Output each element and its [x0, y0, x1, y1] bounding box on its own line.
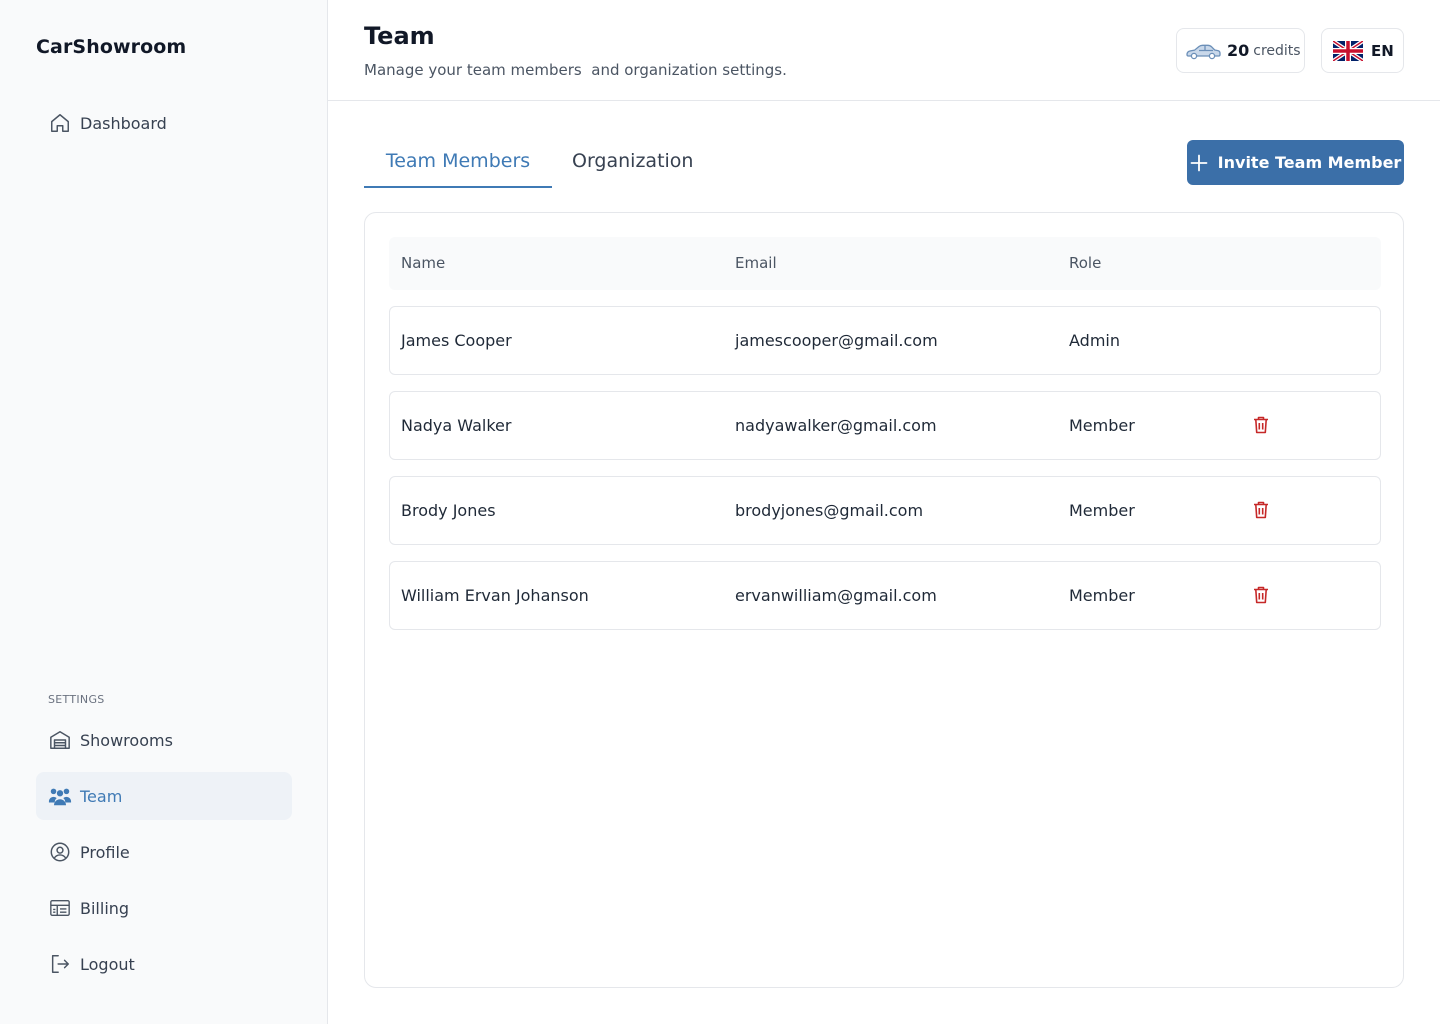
- trash-icon: [1254, 586, 1268, 604]
- sidebar-item-dashboard[interactable]: Dashboard: [36, 99, 292, 147]
- member-name: Brody Jones: [401, 501, 496, 520]
- brand-logo[interactable]: CarShowroom: [36, 36, 186, 58]
- home-icon: [48, 111, 72, 135]
- member-role: Member: [1069, 416, 1135, 435]
- sidebar-item-team[interactable]: Team: [36, 772, 292, 820]
- member-name: James Cooper: [401, 331, 512, 350]
- credits-badge[interactable]: 20 credits: [1176, 28, 1305, 73]
- team-members-card: Name Email Role James Cooper jamescooper…: [364, 212, 1404, 988]
- table-row: William Ervan Johanson ervanwilliam@gmai…: [389, 561, 1381, 630]
- sidebar-item-logout[interactable]: Logout: [36, 940, 292, 988]
- sidebar-item-label: Team: [80, 786, 123, 806]
- language-selector[interactable]: EN: [1321, 28, 1404, 73]
- language-code: EN: [1371, 41, 1394, 60]
- tab-organization[interactable]: Organization: [572, 140, 702, 188]
- table-header: Name Email Role: [389, 237, 1381, 290]
- member-email: ervanwilliam@gmail.com: [735, 586, 937, 605]
- member-role: Member: [1069, 501, 1135, 520]
- member-name: William Ervan Johanson: [401, 586, 589, 605]
- delete-member-button[interactable]: [1250, 584, 1272, 606]
- sidebar-item-label: Dashboard: [80, 113, 167, 133]
- table-row: Brody Jones brodyjones@gmail.com Member: [389, 476, 1381, 545]
- member-email: jamescooper@gmail.com: [735, 331, 938, 350]
- column-header-email: Email: [735, 254, 777, 272]
- table-row: Nadya Walker nadyawalker@gmail.com Membe…: [389, 391, 1381, 460]
- car-icon: [1185, 42, 1221, 60]
- garage-icon: [48, 728, 72, 752]
- sidebar-item-label: Showrooms: [80, 730, 173, 750]
- sidebar-item-showrooms[interactable]: Showrooms: [36, 716, 292, 764]
- delete-member-button[interactable]: [1250, 414, 1272, 436]
- page-subtitle: Manage your team members and organizatio…: [364, 61, 787, 79]
- invite-team-member-button[interactable]: Invite Team Member: [1187, 140, 1404, 185]
- trash-icon: [1254, 416, 1268, 434]
- sidebar-item-label: Profile: [80, 842, 130, 862]
- settings-section-label: SETTINGS: [48, 693, 105, 706]
- uk-flag-icon: [1333, 40, 1363, 61]
- sidebar-item-label: Logout: [80, 954, 135, 974]
- sidebar-item-profile[interactable]: Profile: [36, 828, 292, 876]
- logout-icon: [48, 952, 72, 976]
- sidebar-item-billing[interactable]: Billing: [36, 884, 292, 932]
- plus-icon: [1190, 154, 1208, 172]
- billing-icon: [48, 896, 72, 920]
- invite-button-label: Invite Team Member: [1217, 153, 1402, 172]
- sidebar-item-label: Billing: [80, 898, 130, 918]
- delete-member-button[interactable]: [1250, 499, 1272, 521]
- credits-count: 20: [1227, 41, 1250, 60]
- user-circle-icon: [48, 840, 72, 864]
- trash-icon: [1254, 501, 1268, 519]
- sidebar: CarShowroom Dashboard SETTINGS Showrooms…: [0, 0, 328, 1024]
- column-header-name: Name: [401, 254, 446, 272]
- team-icon: [48, 784, 72, 808]
- member-email: nadyawalker@gmail.com: [735, 416, 937, 435]
- tab-team-members[interactable]: Team Members: [364, 140, 552, 188]
- table-row: James Cooper jamescooper@gmail.com Admin: [389, 306, 1381, 375]
- page-header: Team Manage your team members and organi…: [328, 0, 1440, 101]
- member-role: Admin: [1069, 331, 1120, 350]
- member-name: Nadya Walker: [401, 416, 512, 435]
- page-title: Team: [364, 22, 435, 50]
- column-header-role: Role: [1069, 254, 1102, 272]
- member-role: Member: [1069, 586, 1135, 605]
- member-email: brodyjones@gmail.com: [735, 501, 924, 520]
- credits-unit: credits: [1253, 42, 1301, 59]
